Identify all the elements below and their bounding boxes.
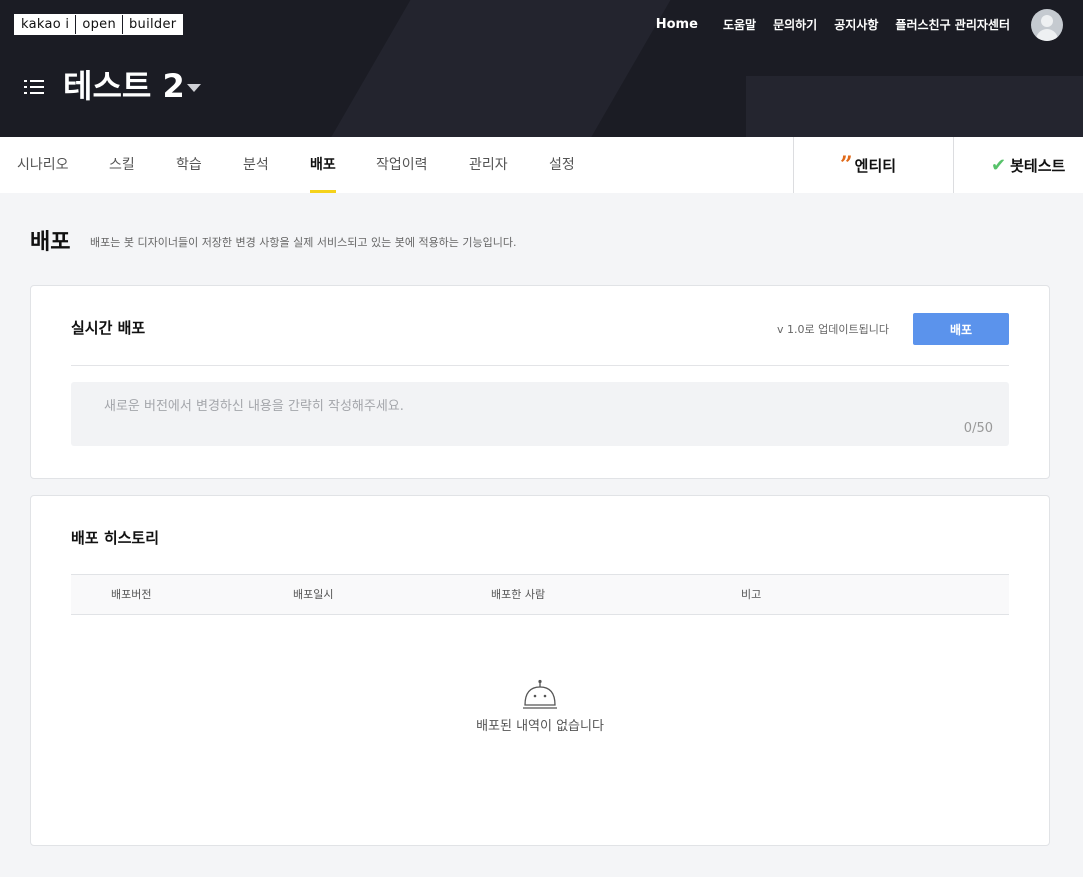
main-tab-bar: 시나리오 스킬 학습 분석 배포 작업이력 관리자 설정 ” 엔티티 ✔ 봇테스… [0, 137, 1083, 193]
tab-scenario[interactable]: 시나리오 [17, 137, 69, 193]
deploy-memo-input[interactable] [71, 382, 1009, 446]
nav-home-link[interactable]: Home [656, 16, 698, 34]
caret-down-icon[interactable] [187, 84, 201, 92]
quote-icon: ” [840, 152, 853, 178]
tab-skill[interactable]: 스킬 [109, 137, 135, 193]
deploy-history-card: 배포 히스토리 배포버전 배포일시 배포한 사람 비고 배포된 내역이 없습니다 [30, 495, 1050, 846]
robot-icon [523, 679, 557, 709]
list-icon[interactable] [24, 79, 44, 95]
deploy-memo-box: 0/50 [71, 382, 1009, 446]
version-note: v 1.0로 업데이트됩니다 [777, 323, 889, 336]
memo-char-counter: 0/50 [963, 421, 993, 436]
logo-part: builder [129, 17, 177, 32]
header-decoration [306, 0, 694, 137]
nav-plusfriend-admin-link[interactable]: 플러스친구 관리자센터 [895, 16, 1010, 34]
header-decoration [746, 76, 1083, 137]
check-icon: ✔ [991, 154, 1007, 176]
column-header-deployer: 배포한 사람 [491, 588, 546, 601]
nav-notice-link[interactable]: 공지사항 [834, 16, 878, 34]
column-header-datetime: 배포일시 [293, 588, 334, 601]
tab-learning[interactable]: 학습 [176, 137, 202, 193]
logo-part: open [76, 15, 123, 34]
deploy-button[interactable]: 배포 [913, 313, 1009, 345]
tab-deploy[interactable]: 배포 [310, 137, 336, 193]
realtime-deploy-card: 실시간 배포 v 1.0로 업데이트됩니다 배포 0/50 [30, 285, 1050, 479]
tab-work-history[interactable]: 작업이력 [376, 137, 428, 193]
entity-button[interactable]: ” 엔티티 [793, 137, 954, 193]
divider [71, 365, 1009, 366]
realtime-deploy-title: 실시간 배포 [71, 319, 146, 337]
top-navigation: Home 도움말 문의하기 공지사항 플러스친구 관리자센터 [656, 16, 1010, 34]
avatar-head [1041, 15, 1053, 27]
kakao-i-open-builder-logo[interactable]: kakao i open builder [14, 14, 184, 35]
history-table-header: 배포버전 배포일시 배포한 사람 비고 [71, 574, 1009, 615]
logo-part: kakao i [15, 15, 77, 34]
column-header-version: 배포버전 [111, 588, 152, 601]
page-title: 배포 [30, 230, 71, 255]
bot-name-title: 테스트 2 [63, 67, 185, 105]
bot-test-label: 봇테스트 [1010, 156, 1066, 175]
deploy-history-title: 배포 히스토리 [71, 529, 160, 547]
nav-inquiry-link[interactable]: 문의하기 [773, 16, 817, 34]
tab-analysis[interactable]: 분석 [243, 137, 269, 193]
avatar-body [1036, 29, 1058, 41]
tab-admin[interactable]: 관리자 [469, 137, 508, 193]
bot-test-button[interactable]: ✔ 봇테스트 [953, 137, 1083, 193]
nav-help-link[interactable]: 도움말 [723, 16, 756, 34]
column-header-note: 비고 [741, 588, 762, 601]
empty-state-text: 배포된 내역이 없습니다 [476, 719, 604, 734]
top-header: kakao i open builder Home 도움말 문의하기 공지사항 … [0, 0, 1083, 137]
entity-label: 엔티티 [854, 156, 897, 175]
empty-state: 배포된 내역이 없습니다 [31, 679, 1049, 736]
tab-settings[interactable]: 설정 [549, 137, 575, 193]
user-avatar-icon[interactable] [1031, 9, 1063, 41]
page-description: 배포는 봇 디자이너들이 저장한 변경 사항을 실제 서비스되고 있는 봇에 적… [90, 236, 517, 249]
